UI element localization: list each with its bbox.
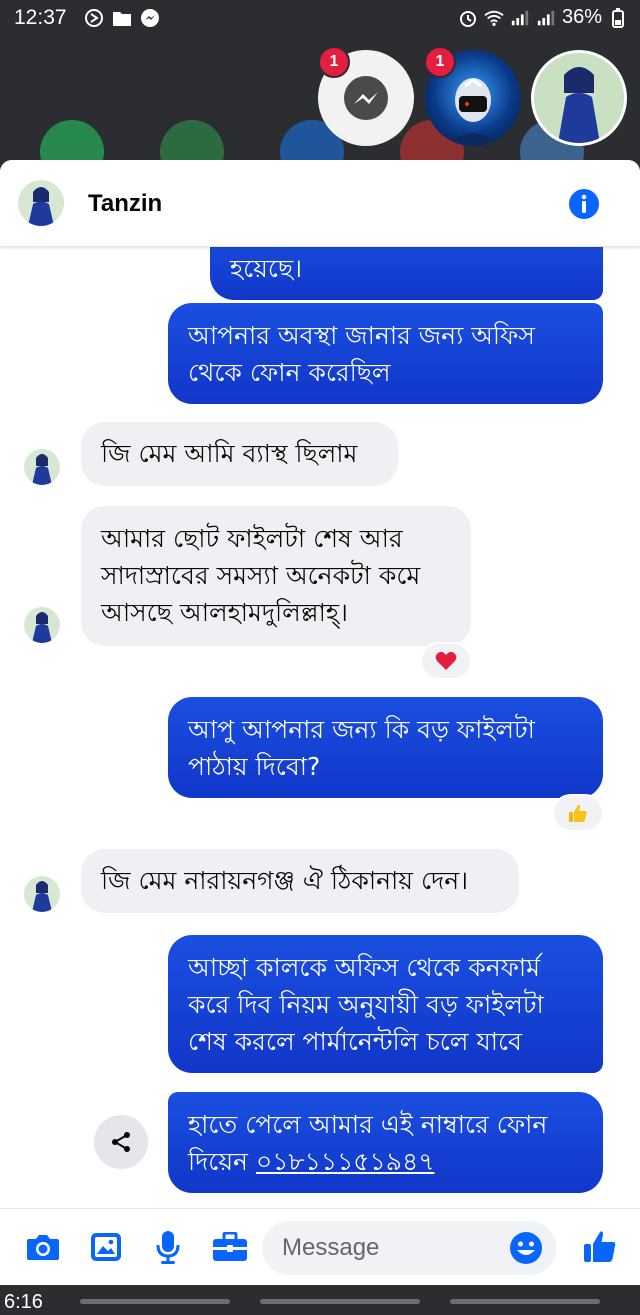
contact-avatar-small[interactable] [24,607,60,643]
data-saver-icon [84,8,104,28]
gallery-icon[interactable] [88,1229,124,1265]
status-time: 12:37 [14,6,67,29]
message-line: করে দিব নিয়ম অনুযায়ী বড় ফাইলটা [188,990,544,1019]
nav-time: 6:16 [4,1291,43,1313]
message-line: পাঠায় দিবো? [188,752,321,781]
message-input[interactable]: Message [262,1221,556,1275]
message-text: জি মেম নারায়নগঞ্জ ঐ ঠিকানায় দেন। [101,866,469,895]
contact-avatar[interactable] [18,180,64,226]
message-line: সাদাস্রাবের সমস্যা অনেকটা কমে [101,561,421,590]
profile-photo [534,53,624,143]
signal-icon-2 [536,8,556,28]
nav-gesture-bar[interactable] [260,1299,420,1304]
messenger-notification-icon [140,8,160,28]
message-line: আপু আপনার জন্য কি বড় ফাইলটা [188,715,535,744]
thumbs-up-icon [569,804,587,822]
nav-gesture-bar [450,1299,600,1304]
message-composer: Message [0,1208,640,1285]
contact-avatar-small[interactable] [24,449,60,485]
status-right-icons: 36% [458,6,628,29]
message-line: থেকে ফোন করেছিল [188,358,391,387]
status-bar: 12:37 36% [0,0,640,38]
message-line: আচ্ছা কালকে অফিস থেকে কনফার্ম [188,953,541,982]
contact-name[interactable]: Tanzin [88,190,162,218]
thumbs-up-icon [584,1231,616,1262]
message-line: হাতে পেলে আমার এই নাম্বারে ফোন [188,1110,548,1139]
microphone-icon[interactable] [150,1229,186,1265]
message-bubble-incoming[interactable]: জি মেম নারায়নগঞ্জ ঐ ঠিকানায় দেন। [81,849,519,913]
message-bubble-outgoing[interactable]: আপু আপনার জন্য কি বড় ফাইলটা পাঠায় দিবো… [168,697,603,798]
share-button[interactable] [94,1115,148,1169]
wifi-icon [484,8,504,28]
tanzin-chat-head[interactable] [531,50,627,146]
message-line: দিয়েন ০১৮১১১৫১৯৪৭ [188,1143,583,1180]
status-left-icons [84,8,160,28]
system-navigation-bar: 6:16 [0,1285,640,1315]
signal-icon [510,8,530,28]
message-line: শেষ করলে পার্মানেন্টলি চলে যাবে [188,1027,522,1056]
folder-icon [112,8,132,28]
message-text: দিয়েন [188,1147,256,1176]
battery-icon [608,7,628,28]
camera-icon[interactable] [25,1229,61,1265]
thumbs-up-reaction[interactable] [552,794,604,832]
contact-avatar-small[interactable] [24,876,60,912]
message-text: জি মেম আমি ব্যাস্থ ছিলাম [101,439,358,468]
message-line: আপনার অবস্থা জানার জন্য অফিস [188,321,535,350]
info-icon[interactable] [568,188,600,220]
heart-icon [435,651,457,670]
message-bubble-outgoing[interactable]: আপনার অবস্থা জানার জন্য অফিস থেকে ফোন কর… [168,303,603,404]
message-bubble-outgoing[interactable]: আচ্ছা কালকে অফিস থেকে কনফার্ম করে দিব নি… [168,935,603,1073]
message-bubble-outgoing[interactable]: হাতে পেলে আমার এই নাম্বারে ফোন দিয়েন ০১… [168,1092,603,1193]
message-bubble-incoming[interactable]: আমার ছোট ফাইলটা শেষ আর সাদাস্রাবের সমস্য… [81,506,471,646]
like-button[interactable] [580,1227,620,1267]
message-text: হয়েছে। [230,254,303,283]
phone-number-link[interactable]: ০১৮১১১৫১৯৪৭ [256,1147,435,1176]
nav-gesture-bar [80,1299,230,1304]
battery-percent: 36% [561,6,602,28]
chat-header: Tanzin [0,160,640,247]
heart-reaction[interactable] [420,642,472,680]
briefcase-icon[interactable] [212,1229,248,1265]
share-icon [112,1132,130,1152]
message-bubble-incoming[interactable]: জি মেম আমি ব্যাস্থ ছিলাম [81,422,398,486]
message-line: আমার ছোট ফাইলটা শেষ আর [101,524,403,553]
game-badge: 1 [424,46,456,78]
emoji-icon[interactable] [508,1230,544,1266]
message-line: আসছে আলহামদুলিল্লাহ্। [101,598,348,627]
alarm-icon [458,8,478,28]
chat-window: Tanzin হয়েছে। আপনার অবস্থা জানার জন্য অ… [0,160,640,1285]
messenger-badge: 1 [318,46,350,78]
message-placeholder: Message [282,1234,380,1261]
